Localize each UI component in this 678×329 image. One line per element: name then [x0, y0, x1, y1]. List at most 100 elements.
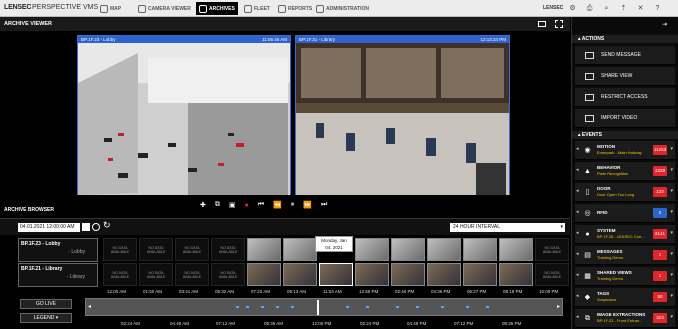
thumbnail[interactable] [391, 263, 425, 286]
playhead-handle[interactable] [317, 300, 319, 315]
thumbnail[interactable]: NO DATA AVAILABLE [139, 238, 173, 261]
thumbnail[interactable] [463, 263, 497, 286]
pane-camera-name: BP:1F.23 - Lobby [81, 37, 116, 42]
chevron-left-icon[interactable]: ◂ [88, 303, 91, 310]
refresh-icon[interactable]: ↻ [103, 220, 111, 231]
collapse-panel-icon[interactable]: ⇥ [662, 21, 667, 28]
chevron-right-icon[interactable]: ▸ [557, 303, 560, 310]
chevron-down-icon[interactable]: ▾ [670, 230, 673, 236]
help-icon[interactable]: ? [652, 3, 663, 14]
recording-marker [486, 306, 489, 308]
event-shared-views[interactable]: ◂ ▦ SHARED VIEWS Training Demo 1 ▾ [575, 267, 675, 286]
chevron-down-icon[interactable]: ▾ [670, 188, 673, 194]
chevron-down-icon[interactable]: ▾ [670, 272, 673, 278]
event-behavior[interactable]: ◂ ▲ BEHAVIOR Plate Recognition 2339 ▾ [575, 162, 675, 181]
thumbnail[interactable] [247, 238, 281, 261]
timeline-tick: 12:00 PM [312, 321, 332, 326]
event-count-badge: 0 [653, 208, 667, 218]
timeline-tick: 09:36 PM [502, 321, 522, 326]
timeline-tick: 09:36 AM [264, 321, 284, 326]
search-icon[interactable]: ⌕ [601, 3, 612, 14]
browser-title: ARCHIVE BROWSER [4, 207, 55, 213]
go-live-button[interactable]: GO LIVE [20, 299, 72, 309]
camera-row-lobby[interactable]: BP.1F.23 - Lobby - Lobby [18, 238, 98, 262]
thumbnail[interactable]: NO DATA AVAILABLE [175, 238, 209, 261]
thumbnail[interactable] [499, 263, 533, 286]
event-rfid[interactable]: ◂ ◎ RFID 0 ▾ [575, 204, 675, 223]
event-motion[interactable]: ◂ ◉ MOTION Enterpark - Main Hallway 1125… [575, 141, 675, 160]
event-door[interactable]: ◂ ▯ DOOR Door Open Too Long 133 ▾ [575, 183, 675, 202]
event-messages[interactable]: ◂ ▤ MESSAGES Training Demo 1 ▾ [575, 246, 675, 265]
thumbnail[interactable] [427, 238, 461, 261]
nav-archives[interactable]: ARCHIVES [196, 2, 238, 15]
event-count-badge: 11253 [653, 145, 667, 155]
thumbnail[interactable]: NO DATA AVAILABLE [139, 263, 173, 286]
send-message-button[interactable]: SEND MESSAGE [575, 46, 675, 65]
nav-camera-viewer[interactable]: CAMERA VIEWER [135, 2, 194, 15]
monitor-icon [138, 4, 146, 13]
actions-header[interactable]: ▴ ACTIONS [572, 35, 678, 43]
timeline-scrubber[interactable]: ◂ ▸ [85, 298, 563, 316]
event-image-extractions[interactable]: ◂ ⧉ IMAGE EXTRACTIONS BP:1F.23 - Front E… [575, 309, 675, 328]
timeline-tick: 07:12 PM [454, 321, 474, 326]
timeline-tick: 07:12 AM [216, 321, 236, 326]
chevron-down-icon[interactable]: ▾ [670, 146, 673, 152]
camera-row-name: BP.1F.23 - Lobby [21, 241, 61, 247]
thumbnail[interactable]: NO DATA AVAILABLE [535, 238, 569, 261]
thumbnail[interactable]: NO DATA AVAILABLE [211, 238, 245, 261]
chevron-down-icon[interactable]: ▾ [670, 293, 673, 299]
layout-grid-icon[interactable] [538, 21, 546, 27]
close-icon[interactable]: ✕ [635, 3, 646, 14]
recording-marker [261, 306, 264, 308]
thumbnail[interactable] [355, 263, 389, 286]
thumbnail[interactable] [391, 238, 425, 261]
event-system[interactable]: ◂ ● SYSTEM BP:1F.26 - LENSEC Con... 2141… [575, 225, 675, 244]
lobby-video-frame [78, 43, 290, 195]
thumbnail[interactable]: NO DATA AVAILABLE [535, 263, 569, 286]
fullscreen-icon[interactable] [555, 20, 563, 28]
chevron-down-icon[interactable]: ▾ [670, 251, 673, 257]
thumb-time-label: 07:23 AM [251, 289, 271, 294]
events-header[interactable]: ▴ EVENTS [572, 131, 678, 139]
interval-select[interactable]: 24 HOUR INTERVAL ▾ [450, 223, 565, 232]
nav-administration[interactable]: ADMINISTRATION [313, 2, 372, 15]
nav-map[interactable]: MAP [97, 2, 124, 15]
pane-timestamp: 12:13:34 PM [480, 37, 506, 42]
legend-button[interactable]: LEGEND ▾ [20, 313, 72, 323]
thumbnail[interactable] [283, 263, 317, 286]
thumbnail[interactable] [247, 263, 281, 286]
thumbnail[interactable]: NO DATA AVAILABLE [211, 263, 245, 286]
thumbnail[interactable] [499, 238, 533, 261]
thumbnail[interactable]: NO DATA AVAILABLE [103, 263, 137, 286]
thumbnail-selected[interactable] [319, 263, 353, 286]
chevron-down-icon[interactable]: ▾ [670, 209, 673, 215]
nav-reports[interactable]: REPORTS [275, 2, 315, 15]
camera-row-library[interactable]: BP.1F.21 - Library - Library [18, 263, 98, 287]
calendar-icon[interactable] [82, 223, 90, 231]
import-video-button[interactable]: IMPORT VIDEO [575, 109, 675, 128]
chevron-down-icon[interactable]: ▾ [670, 314, 673, 320]
restrict-access-button[interactable]: RESTRICT ACCESS [575, 88, 675, 107]
timeline-tick: 04:48 PM [407, 321, 427, 326]
pin-icon[interactable]: ⇡ [618, 3, 629, 14]
thumbnail[interactable] [427, 263, 461, 286]
video-pane-library[interactable]: BP:1F.21 - Library 12:13:34 PM [295, 35, 510, 195]
print-icon[interactable]: ⎙ [584, 3, 595, 14]
event-tags[interactable]: ◂ ◆ TAGS Suspicious 50 ▾ [575, 288, 675, 307]
thumbnail[interactable] [283, 238, 317, 261]
date-input[interactable]: 04.01.2021 12:00:00 AM [18, 223, 80, 232]
chevron-down-icon[interactable]: ▾ [670, 167, 673, 173]
recording-marker [366, 306, 369, 308]
thumbnail[interactable] [463, 238, 497, 261]
video-pane-lobby[interactable]: BP:1F.23 - Lobby 11:56:46 AM [77, 35, 291, 195]
nav-fleet[interactable]: FLEET [241, 2, 273, 15]
top-bar: LENSEC PERSPECTIVE VMS MAP CAMERA VIEWER… [0, 0, 678, 17]
gear-icon[interactable]: ⚙ [567, 3, 578, 14]
timeline-tick: 04:48 AM [170, 321, 190, 326]
thumbnail[interactable]: NO DATA AVAILABLE [103, 238, 137, 261]
tools-icon [316, 4, 324, 13]
share-view-button[interactable]: SHARE VIEW [575, 67, 675, 86]
clock-icon[interactable] [92, 223, 100, 231]
thumbnail[interactable]: NO DATA AVAILABLE [175, 263, 209, 286]
thumbnail[interactable] [355, 238, 389, 261]
